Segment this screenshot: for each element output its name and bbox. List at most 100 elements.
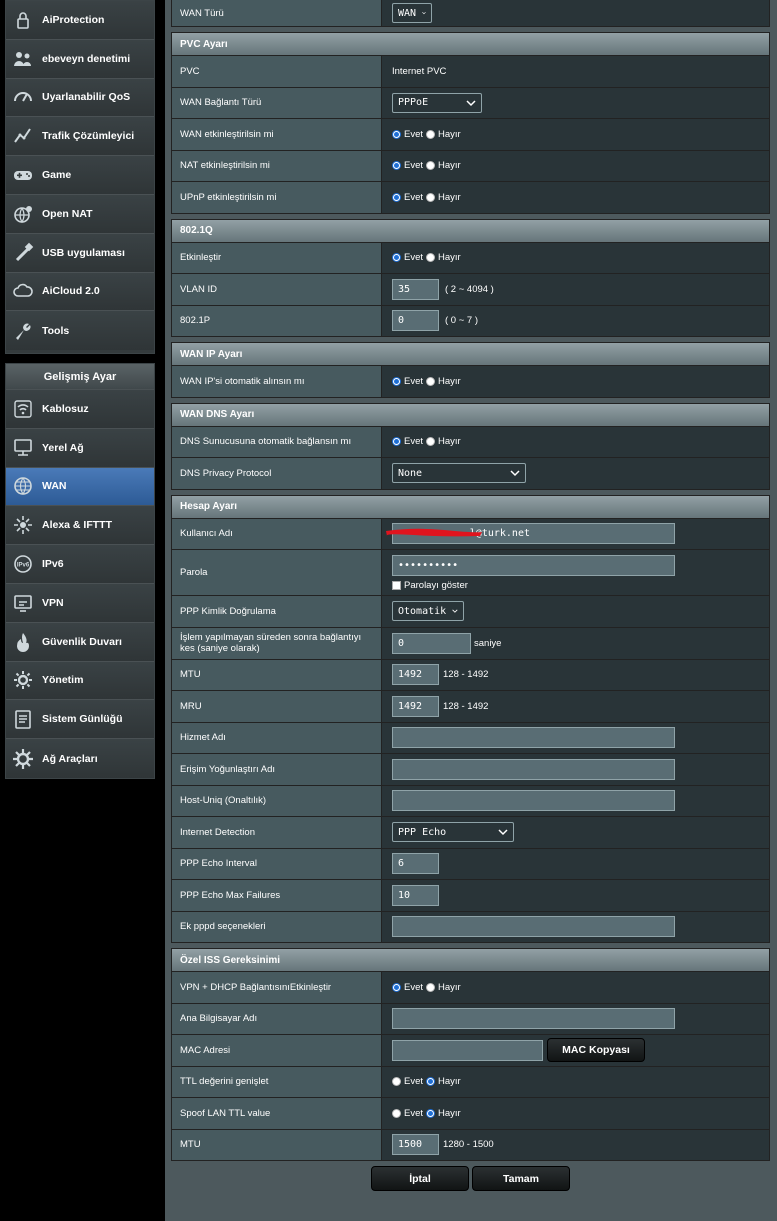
wan-connection-type-select[interactable]: PPPoE xyxy=(392,92,482,113)
sidebar-item-label: VPN xyxy=(42,596,64,609)
mtu-hint: 128 - 1492 xyxy=(443,669,489,681)
host-uniq-input[interactable] xyxy=(392,790,675,812)
ttl-extend-yes-radio[interactable] xyxy=(392,1077,401,1087)
sidebar-item-firewall[interactable]: Güvenlik Duvarı xyxy=(6,622,154,662)
show-password-checkbox[interactable] xyxy=(392,580,401,590)
upnp-enable-no-radio[interactable] xyxy=(426,192,436,202)
wan-ip-auto-yes-radio[interactable] xyxy=(392,376,401,386)
sidebar-item-traffic[interactable]: Trafik Çözümleyici xyxy=(6,117,154,157)
sidebar-item-lan[interactable]: Yerel Ağ xyxy=(6,428,154,468)
mtu-label: MTU xyxy=(172,659,382,690)
vpn-dhcp-no-radio[interactable] xyxy=(426,982,436,992)
ok-button[interactable]: Tamam xyxy=(472,1166,570,1191)
dot1p-input[interactable]: 0 xyxy=(392,310,439,332)
dns-privacy-value: None xyxy=(398,467,423,479)
sidebar-item-vpn[interactable]: VPN xyxy=(6,583,154,623)
service-name-input[interactable] xyxy=(392,727,675,749)
chevron-down-icon xyxy=(452,609,458,614)
radio-yes-label: Evet xyxy=(404,128,424,140)
idle-timeout-input[interactable]: 0 xyxy=(392,632,471,654)
sidebar-item-syslog[interactable]: Sistem Günlüğü xyxy=(6,700,154,740)
sidebar-item-aiprotection[interactable]: AiProtection xyxy=(6,1,154,40)
ttl-extend-no-radio[interactable] xyxy=(426,1077,436,1087)
sidebar-item-label: Sistem Günlüğü xyxy=(42,713,123,726)
echo-interval-label: PPP Echo Interval xyxy=(172,848,382,879)
hostname-label: Ana Bilgisayar Adı xyxy=(172,1003,382,1034)
dot1q-enable-yes-radio[interactable] xyxy=(392,253,401,263)
sidebar-item-parental[interactable]: ebeveyn denetimi xyxy=(6,39,154,79)
speedometer-icon xyxy=(10,84,36,110)
sidebar-item-wireless[interactable]: Kablosuz xyxy=(6,390,154,429)
upnp-enable-radio-group: Evet Hayır xyxy=(382,182,769,213)
sidebar-item-open-nat[interactable]: Open NAT xyxy=(6,194,154,234)
host-uniq-label: Host-Uniq (Onaltılık) xyxy=(172,785,382,816)
spoof-ttl-no-radio[interactable] xyxy=(426,1108,436,1118)
password-input[interactable]: •••••••••• xyxy=(392,554,675,576)
ppp-auth-select[interactable]: Otomatik xyxy=(392,601,464,622)
sidebar-item-label: WAN xyxy=(42,480,67,493)
wan-type-select[interactable]: WAN xyxy=(392,3,432,23)
spoof-ttl-yes-radio[interactable] xyxy=(392,1108,401,1118)
sidebar-item-ipv6[interactable]: IPv6 IPv6 xyxy=(6,545,154,584)
dot1p-hint: ( 0 ~ 7 ) xyxy=(445,315,478,327)
internet-detection-select[interactable]: PPP Echo xyxy=(392,822,514,843)
mtu-input[interactable]: 1492 xyxy=(392,664,439,686)
nat-enable-radio-group: Evet Hayır xyxy=(382,150,769,181)
pvc-label: PVC xyxy=(172,56,382,87)
mru-input[interactable]: 1492 xyxy=(392,695,439,717)
mac-address-input[interactable] xyxy=(392,1039,543,1061)
firewall-icon xyxy=(10,629,36,655)
sidebar-item-usb[interactable]: USB uygulaması xyxy=(6,233,154,273)
sidebar-item-tools[interactable]: Tools xyxy=(6,311,154,351)
spoof-ttl-label: Spoof LAN TTL value xyxy=(172,1098,382,1129)
dns-auto-no-radio[interactable] xyxy=(426,437,436,447)
echo-interval-input[interactable]: 6 xyxy=(392,853,439,875)
dns-privacy-select[interactable]: None xyxy=(392,463,526,484)
nat-enable-no-radio[interactable] xyxy=(426,161,436,171)
wan-ip-auto-no-radio[interactable] xyxy=(426,376,436,386)
echo-max-failures-input[interactable]: 10 xyxy=(392,884,439,906)
upnp-enable-yes-radio[interactable] xyxy=(392,192,401,202)
sidebar-item-game[interactable]: Game xyxy=(6,156,154,195)
advanced-menu-title: Gelişmiş Ayar xyxy=(6,364,154,390)
sidebar-item-wan[interactable]: WAN xyxy=(6,467,154,507)
echo-max-failures-label: PPP Echo Max Failures xyxy=(172,880,382,911)
spoof-ttl-radio-group: Evet Hayır xyxy=(382,1098,769,1129)
pppd-options-input[interactable] xyxy=(392,916,675,938)
wan-type-label: WAN Türü xyxy=(172,0,382,26)
sidebar-item-label: Kablosuz xyxy=(42,402,89,415)
mac-clone-button[interactable]: MAC Kopyası xyxy=(547,1038,645,1063)
cloud-icon xyxy=(10,278,36,304)
vpn-dhcp-yes-radio[interactable] xyxy=(392,982,401,992)
usb-icon xyxy=(10,240,36,266)
sidebar-item-admin[interactable]: Yönetim xyxy=(6,661,154,701)
ppp-auth-label: PPP Kimlik Doğrulama xyxy=(172,596,382,627)
redaction-mark xyxy=(386,528,482,536)
sidebar-item-alexa[interactable]: Alexa & IFTTT xyxy=(6,506,154,546)
hostname-input[interactable] xyxy=(392,1008,675,1030)
nat-enable-yes-radio[interactable] xyxy=(392,161,401,171)
wan-ip-section: WAN IP Ayarı WAN IP'si otomatik alınsın … xyxy=(171,342,770,398)
pvc-section: PVC Ayarı PVC Internet PVC WAN Bağlantı … xyxy=(171,32,770,214)
radio-yes-label: Evet xyxy=(404,981,424,993)
vlan-id-input[interactable]: 35 xyxy=(392,278,439,300)
wan-enable-no-radio[interactable] xyxy=(426,129,436,139)
sidebar-item-qos[interactable]: Uyarlanabilir QoS xyxy=(6,78,154,118)
dns-auto-yes-radio[interactable] xyxy=(392,437,401,447)
wan-ip-section-title: WAN IP Ayarı xyxy=(172,343,769,365)
dot1q-section-title: 802.1Q xyxy=(172,219,769,242)
alexa-icon xyxy=(10,512,36,538)
cancel-button[interactable]: İptal xyxy=(371,1166,469,1191)
radio-yes-label: Evet xyxy=(404,160,424,172)
sidebar-item-net-tools[interactable]: Ağ Araçları xyxy=(6,739,154,778)
sidebar-item-label: Güvenlik Duvarı xyxy=(42,635,122,648)
sidebar-item-aicloud[interactable]: AiCloud 2.0 xyxy=(6,272,154,312)
radio-yes-label: Evet xyxy=(404,1076,424,1088)
isp-mtu-input[interactable]: 1500 xyxy=(392,1134,439,1156)
lan-icon xyxy=(10,435,36,461)
idle-timeout-unit: saniye xyxy=(474,637,502,649)
dot1q-enable-no-radio[interactable] xyxy=(426,253,436,263)
wan-enable-yes-radio[interactable] xyxy=(392,129,401,139)
wrench-icon xyxy=(10,318,36,344)
access-concentrator-input[interactable] xyxy=(392,758,675,780)
